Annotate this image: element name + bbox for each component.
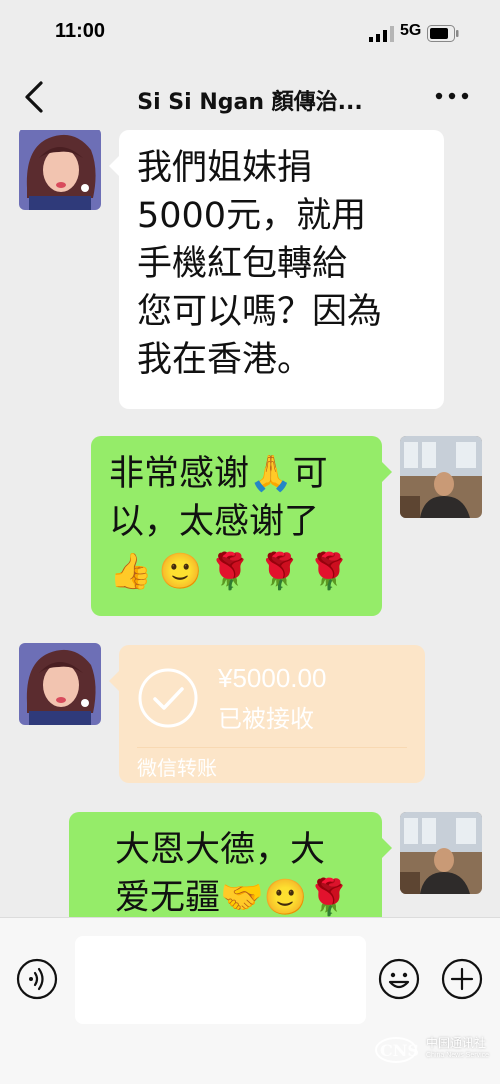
emoji-picker-icon[interactable] [378, 958, 420, 1000]
back-chevron-icon[interactable] [20, 79, 50, 115]
rose-emoji: 🌹 [208, 552, 252, 592]
message-text-line: 非常感谢🙏可 [109, 454, 328, 494]
message-bubble-sent[interactable]: 非常感谢🙏可 以，太感谢了 👍 🙂 🌹 🌹 🌹 [91, 436, 392, 616]
message-text-line: 我們姐妹捐 [137, 148, 313, 188]
message-bubble-received[interactable]: 我們姐妹捐 5000元，就用 手機紅包轉給 您可以嗎？因為 我在香港。 [109, 130, 444, 409]
handshake-emoji: 🤝 [220, 878, 264, 917]
praying-hands-emoji: 🙏 [249, 454, 293, 494]
signal-icon [369, 26, 394, 42]
divider [137, 747, 407, 748]
message-bubble-sent[interactable]: 大恩大德，大 爱无疆🤝🙂🌹 [69, 812, 392, 917]
emoji-row: 👍 🙂 🌹 🌹 🌹 [109, 548, 364, 596]
input-bar: CNS 中国通讯社 China News Service [0, 917, 500, 1084]
message-text-line: 以，太感谢了 [109, 502, 320, 542]
contact-avatar[interactable] [19, 130, 101, 210]
chat-title: Si Si Ngan 顏傳治... [137, 90, 363, 115]
watermark-subtext: China News Service [426, 1052, 490, 1059]
message-text-line: 大恩大德，大 [115, 830, 326, 870]
wechat-transfer-card[interactable]: ¥5000.00 已被接收 微信转账 [109, 645, 425, 783]
smile-emoji: 🙂 [158, 552, 203, 592]
message-text-line: 爱无疆🤝🙂🌹 [115, 878, 351, 917]
message-input[interactable] [75, 936, 366, 1024]
received-check-icon [138, 668, 198, 728]
message-text-line: 5000元，就用 [137, 196, 367, 236]
rose-emoji: 🌹 [307, 552, 351, 592]
message-text-line: 手機紅包轉給 [137, 244, 348, 284]
user-avatar[interactable] [400, 436, 482, 518]
user-avatar[interactable] [400, 812, 482, 894]
smile-emoji: 🙂 [263, 878, 308, 917]
message-text-line: 我在香港。 [137, 340, 313, 380]
clock: 11:00 [55, 20, 106, 42]
network-type: 5G [400, 22, 422, 39]
message-list[interactable]: 我們姐妹捐 5000元，就用 手機紅包轉給 您可以嗎？因為 我在香港。 非常感谢… [0, 130, 500, 917]
rose-emoji: 🌹 [257, 552, 302, 592]
contact-avatar[interactable] [19, 643, 101, 725]
svg-text:CNS: CNS [380, 1041, 419, 1060]
add-more-icon[interactable] [441, 958, 483, 1000]
transfer-footer-label: 微信转账 [137, 756, 217, 780]
transfer-amount: ¥5000.00 [218, 663, 327, 693]
battery-icon [427, 25, 459, 42]
watermark-text: 中国通讯社 [426, 1036, 487, 1050]
message-text-line: 您可以嗎？因為 [137, 292, 383, 332]
status-bar: 11:00 5G [0, 0, 500, 64]
thumbs-up-emoji: 👍 [109, 552, 153, 592]
rose-emoji: 🌹 [307, 878, 351, 917]
more-options-icon[interactable] [432, 86, 472, 106]
transfer-status: 已被接收 [218, 705, 314, 733]
voice-input-icon[interactable] [16, 958, 58, 1000]
chat-header: Si Si Ngan 顏傳治... [0, 64, 500, 130]
